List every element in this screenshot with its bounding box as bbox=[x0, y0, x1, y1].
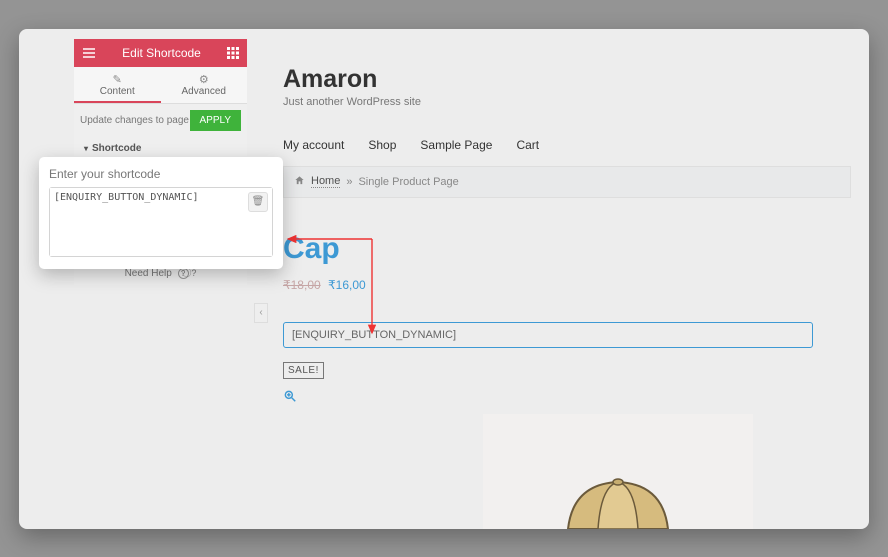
apply-button[interactable]: APPLY bbox=[190, 110, 242, 131]
nav-shop[interactable]: Shop bbox=[368, 138, 396, 152]
breadcrumb-current: Single Product Page bbox=[358, 176, 458, 188]
popup-textarea-wrap: 🗑 bbox=[49, 187, 273, 257]
clear-shortcode-button[interactable]: 🗑 bbox=[248, 192, 268, 212]
hamburger-icon[interactable] bbox=[82, 47, 96, 59]
editor-title: Edit Shortcode bbox=[122, 46, 201, 60]
breadcrumb-separator: » bbox=[346, 176, 352, 188]
page-preview: Amaron Just another WordPress site My ac… bbox=[283, 65, 851, 529]
nav-sample-page[interactable]: Sample Page bbox=[420, 138, 492, 152]
update-label: Update changes to page bbox=[80, 115, 189, 126]
price-old: ₹18,00 bbox=[283, 278, 321, 292]
grid-icon[interactable] bbox=[227, 47, 239, 59]
shortcode-render-target[interactable]: [ENQUIRY_BUTTON_DYNAMIC] bbox=[283, 322, 813, 348]
gear-icon: ⚙ bbox=[161, 73, 248, 86]
sale-badge: SALE! bbox=[283, 362, 324, 379]
help-icon: ? bbox=[178, 268, 189, 279]
pencil-icon: ✎ bbox=[74, 73, 161, 86]
trash-icon: 🗑 bbox=[252, 196, 265, 207]
product-image bbox=[483, 414, 753, 529]
site-tagline: Just another WordPress site bbox=[283, 96, 851, 108]
price-new: ₹16,00 bbox=[324, 278, 366, 292]
tab-content[interactable]: ✎ Content bbox=[74, 67, 161, 103]
home-icon bbox=[294, 175, 305, 189]
price-row: ₹18,00 ₹16,00 bbox=[283, 278, 851, 292]
breadcrumb: Home » Single Product Page bbox=[283, 166, 851, 198]
site-title: Amaron bbox=[283, 65, 851, 94]
main-nav: My account Shop Sample Page Cart bbox=[283, 138, 851, 152]
collapse-sidebar-button[interactable]: ‹ bbox=[254, 303, 268, 323]
tab-content-label: Content bbox=[74, 86, 161, 97]
editor-header: Edit Shortcode bbox=[74, 39, 247, 67]
nav-my-account[interactable]: My account bbox=[283, 138, 344, 152]
update-row: Update changes to page APPLY bbox=[74, 104, 247, 137]
app-window: Edit Shortcode ✎ Content ⚙ Advanced Upda… bbox=[19, 29, 869, 529]
shortcode-section-label: Shortcode bbox=[92, 143, 141, 154]
shortcode-popup: Enter your shortcode 🗑 bbox=[39, 157, 283, 269]
chevron-left-icon: ‹ bbox=[259, 307, 262, 318]
popup-label: Enter your shortcode bbox=[49, 167, 273, 181]
editor-tabs: ✎ Content ⚙ Advanced bbox=[74, 67, 247, 104]
need-help-label: Need Help bbox=[125, 268, 172, 279]
zoom-icon[interactable] bbox=[283, 389, 851, 406]
nav-cart[interactable]: Cart bbox=[516, 138, 539, 152]
tab-advanced-label: Advanced bbox=[161, 86, 248, 97]
product-title: Cap bbox=[283, 232, 851, 266]
breadcrumb-home[interactable]: Home bbox=[311, 175, 340, 188]
shortcode-input[interactable] bbox=[50, 188, 272, 256]
cap-illustration bbox=[538, 454, 698, 529]
tab-advanced[interactable]: ⚙ Advanced bbox=[161, 67, 248, 103]
